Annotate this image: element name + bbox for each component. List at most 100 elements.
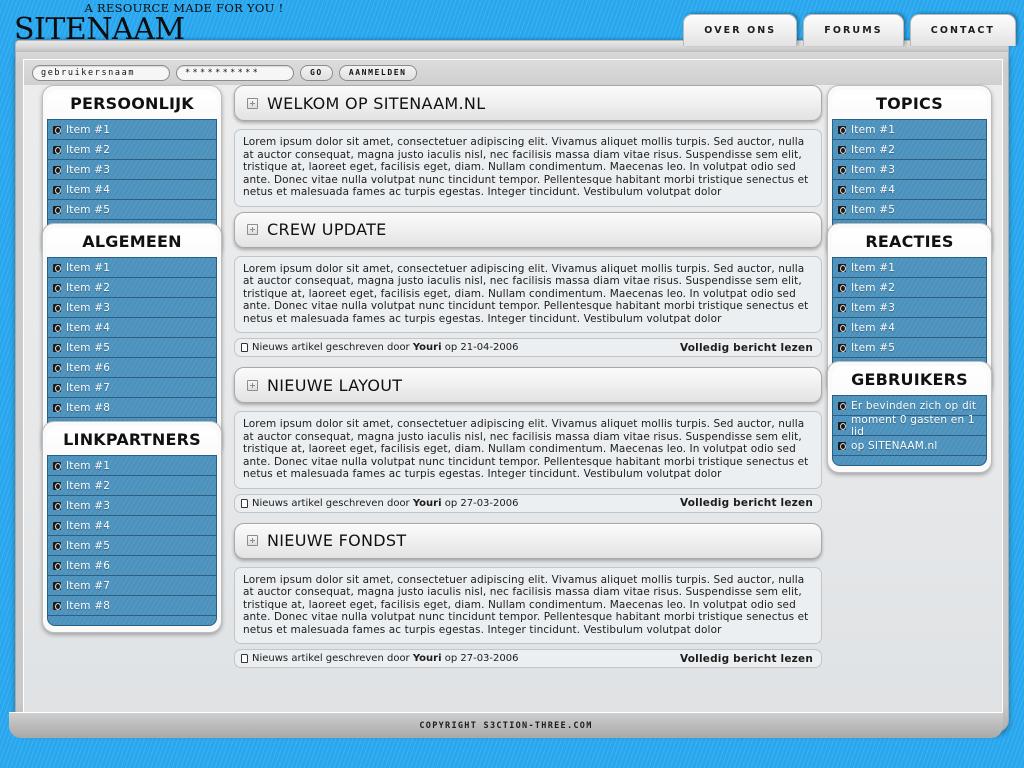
list-item[interactable]: Item #4 — [833, 180, 986, 200]
site-footer: COPYRIGHT S3CTION-THREE.COM — [9, 712, 1003, 738]
list-item[interactable]: Item #3 — [48, 496, 216, 516]
bullet-icon — [838, 441, 846, 450]
article-header[interactable]: NIEUWE FONDST — [234, 522, 822, 559]
article-header[interactable]: CREW UPDATE — [234, 211, 822, 248]
article-meta: Nieuws artikel geschreven door Youri op … — [252, 653, 518, 664]
main-navigation: OVER ONS FORUMS CONTACT — [683, 14, 1016, 46]
list-item[interactable]: Item #2 — [48, 140, 216, 160]
login-go-button[interactable]: GO — [300, 64, 333, 81]
list-item[interactable]: Item #1 — [48, 120, 216, 140]
sidebar-box-title: ALGEMEEN — [47, 228, 217, 257]
nav-tab-contact[interactable]: CONTACT — [909, 14, 1016, 46]
list-item[interactable]: Item #8 — [48, 596, 216, 616]
list-item[interactable]: Item #1 — [833, 120, 986, 140]
list-item[interactable]: Item #7 — [48, 378, 216, 398]
list-item-label: Item #3 — [851, 301, 896, 314]
page-inner: gebruikersnaam ********** GO AANMELDEN P… — [23, 59, 1003, 725]
list-item-label: Item #5 — [66, 203, 111, 216]
bullet-icon — [53, 601, 61, 610]
sidebar-box-title: PERSOONLIJK — [47, 90, 217, 119]
article-title: WELKOM OP SITENAAM.NL — [267, 93, 486, 113]
bullet-icon — [53, 303, 61, 312]
copyright-text: COPYRIGHT S3CTION-THREE.COM — [419, 720, 593, 731]
bullet-icon — [838, 263, 846, 272]
nav-tab-forums[interactable]: FORUMS — [803, 14, 904, 46]
list-item[interactable]: Item #2 — [48, 476, 216, 496]
list-item-label: Item #2 — [851, 281, 896, 294]
bullet-icon — [53, 461, 61, 470]
bullet-icon — [53, 581, 61, 590]
list-item[interactable]: Item #4 — [48, 180, 216, 200]
list-item[interactable]: Item #5 — [833, 338, 986, 358]
list-item[interactable]: Item #4 — [48, 318, 216, 338]
sidebar-box-title: REACTIES — [832, 228, 987, 257]
sidebar-list: Item #1 Item #2 Item #3 Item #4 Item #5 … — [47, 455, 217, 626]
list-item[interactable]: Item #1 — [48, 258, 216, 278]
bullet-icon — [53, 403, 61, 412]
article-header[interactable]: WELKOM OP SITENAAM.NL — [234, 85, 822, 121]
list-item-label: Er bevinden zich op dit — [851, 399, 977, 412]
list-item: op SITENAAM.nl — [833, 436, 986, 456]
list-item[interactable]: Item #6 — [48, 556, 216, 576]
password-input[interactable]: ********** — [176, 64, 294, 81]
article-title: NIEUWE LAYOUT — [267, 375, 403, 395]
read-more-link[interactable]: Volledig bericht lezen — [680, 497, 813, 509]
list-item-label: Item #4 — [66, 183, 111, 196]
register-button[interactable]: AANMELDEN — [338, 64, 417, 81]
expand-icon — [247, 379, 258, 391]
bullet-icon — [53, 541, 61, 550]
list-item[interactable]: Item #3 — [48, 160, 216, 180]
document-icon — [241, 343, 248, 352]
list-item[interactable]: Item #1 — [833, 258, 986, 278]
main-content: WELKOM OP SITENAAM.NL Lorem ipsum dolor … — [222, 85, 822, 678]
list-item-label: Item #1 — [66, 123, 111, 136]
site-logo[interactable]: A RESOURCE MADE FOR YOU ! SITENAAM — [14, 0, 434, 45]
list-item[interactable]: Item #5 — [48, 338, 216, 358]
right-sidebar: TOPICS Item #1 Item #2 Item #3 Item #4 I… — [827, 85, 992, 473]
bullet-icon — [53, 343, 61, 352]
article-body: Lorem ipsum dolor sit amet, consectetuer… — [234, 411, 822, 489]
list-item[interactable]: Item #5 — [48, 200, 216, 220]
read-more-link[interactable]: Volledig bericht lezen — [680, 342, 813, 354]
list-item[interactable]: Item #3 — [48, 298, 216, 318]
bullet-icon — [838, 303, 846, 312]
bullet-icon — [838, 125, 846, 134]
list-item-label: Item #1 — [66, 261, 111, 274]
list-item[interactable]: Item #4 — [833, 318, 986, 338]
read-more-link[interactable]: Volledig bericht lezen — [680, 653, 813, 665]
list-item-label: Item #6 — [66, 361, 111, 374]
article-meta-prefix: Nieuws artikel geschreven door — [252, 497, 413, 509]
list-item[interactable]: Item #6 — [48, 358, 216, 378]
article-header[interactable]: NIEUWE LAYOUT — [234, 367, 822, 403]
article-meta-date: op 27-03-2006 — [441, 497, 519, 509]
list-item-label: Item #2 — [66, 281, 111, 294]
list-item[interactable]: Item #7 — [48, 576, 216, 596]
nav-tab-over-ons[interactable]: OVER ONS — [683, 14, 798, 46]
username-input[interactable]: gebruikersnaam — [32, 64, 170, 81]
list-item[interactable]: Item #5 — [833, 200, 986, 220]
list-item-label: Item #5 — [66, 539, 111, 552]
list-item[interactable]: Item #4 — [48, 516, 216, 536]
sidebar-list: Item #1 Item #2 Item #3 Item #4 Item #5 … — [47, 257, 217, 448]
list-item-label: Item #5 — [851, 203, 896, 216]
list-item[interactable]: Item #2 — [833, 140, 986, 160]
list-item-label: moment 0 gasten en 1 lid — [851, 413, 975, 438]
left-sidebar: PERSOONLIJK Item #1 Item #2 Item #3 Item… — [42, 85, 222, 633]
list-item-label: Item #3 — [66, 301, 111, 314]
list-item[interactable]: Item #2 — [48, 278, 216, 298]
list-item-label: Item #8 — [66, 401, 111, 414]
list-item[interactable]: Item #5 — [48, 536, 216, 556]
article-meta-prefix: Nieuws artikel geschreven door — [252, 342, 413, 353]
article-author: Youri — [412, 497, 442, 509]
list-item[interactable]: Item #8 — [48, 398, 216, 418]
list-item[interactable]: Item #1 — [48, 456, 216, 476]
article-body: Lorem ipsum dolor sit amet, consectetuer… — [234, 566, 822, 644]
list-item[interactable]: Item #2 — [833, 278, 986, 298]
bullet-icon — [53, 363, 61, 372]
list-item[interactable]: Item #3 — [833, 160, 986, 180]
expand-icon — [247, 97, 258, 109]
list-item[interactable]: Item #3 — [833, 298, 986, 318]
document-icon — [241, 498, 248, 508]
bullet-icon — [53, 561, 61, 570]
list-item-label: Item #3 — [66, 499, 111, 512]
